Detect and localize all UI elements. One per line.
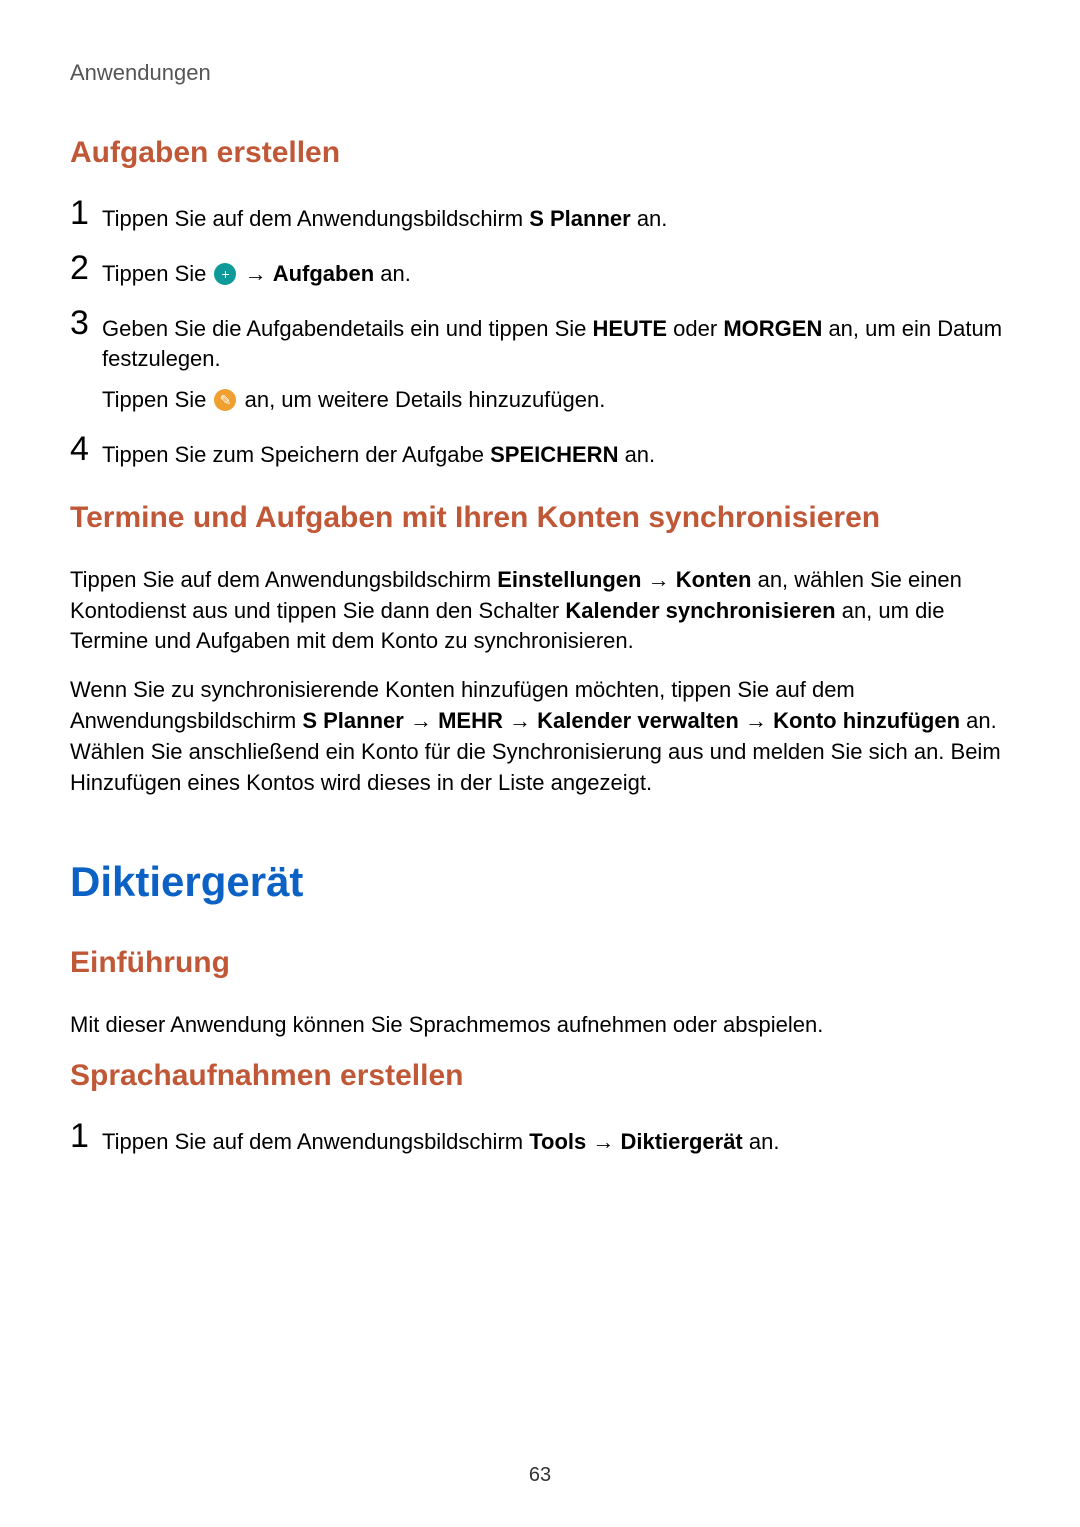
section-heading-einfuehrung: Einführung [70,946,1010,980]
step-subtext: Tippen Sie ✎ an, um weitere Details hinz… [102,385,1010,416]
text: → [238,261,272,286]
step-4: 4 Tippen Sie zum Speichern der Aufgabe S… [70,436,1010,471]
page-number: 63 [0,1464,1080,1487]
paragraph: Mit dieser Anwendung können Sie Sprachme… [70,1010,1010,1041]
step-text: Geben Sie die Aufgabendetails ein und ti… [102,310,1010,416]
step-number: 1 [70,1119,102,1153]
text: → [586,1129,620,1154]
bold-label: MEHR [438,708,503,733]
text: an, um weitere Details hinzuzufügen. [238,387,605,412]
step-text: Tippen Sie + → Aufgaben an. [102,255,411,290]
step-number: 2 [70,251,102,285]
text: Tippen Sie [102,387,212,412]
step-2: 2 Tippen Sie + → Aufgaben an. [70,255,1010,290]
step-1: 1 Tippen Sie auf dem Anwendungsbildschir… [70,1123,1010,1158]
section-heading-termine-sync: Termine und Aufgaben mit Ihren Konten sy… [70,501,1010,535]
step-3: 3 Geben Sie die Aufgabendetails ein und … [70,310,1010,416]
bold-label: Kalender verwalten [537,708,739,733]
section-heading-aufgaben-erstellen: Aufgaben erstellen [70,136,1010,170]
text: → [739,708,773,733]
bold-label: Einstellungen [497,567,641,592]
plus-icon: + [214,263,236,285]
bold-label: Kalender synchronisieren [565,598,835,623]
paragraph: Tippen Sie auf dem Anwendungsbildschirm … [70,565,1010,657]
bold-label: Konten [676,567,752,592]
bold-label: Tools [529,1129,586,1154]
text: Tippen Sie auf dem Anwendungsbildschirm [102,1129,529,1154]
step-number: 1 [70,196,102,230]
steps-list-aufgaben: 1 Tippen Sie auf dem Anwendungsbildschir… [70,200,1010,471]
bold-label: Aufgaben [273,261,374,286]
text: Tippen Sie [102,261,212,286]
step-number: 3 [70,306,102,340]
step-text: Tippen Sie auf dem Anwendungsbildschirm … [102,200,667,235]
text: an. [743,1129,780,1154]
step-text: Tippen Sie auf dem Anwendungsbildschirm … [102,1123,779,1158]
text: Tippen Sie auf dem Anwendungsbildschirm [102,206,529,231]
bold-label: MORGEN [723,316,822,341]
section-heading-sprachaufnahmen: Sprachaufnahmen erstellen [70,1059,1010,1093]
bold-label: S Planner [529,206,630,231]
step-text: Tippen Sie zum Speichern der Aufgabe SPE… [102,436,655,471]
chapter-heading-diktiergeraet: Diktiergerät [70,858,1010,906]
bold-label: S Planner [302,708,403,733]
text: an. [631,206,668,231]
text: an. [374,261,411,286]
bold-label: HEUTE [593,316,668,341]
text: oder [667,316,723,341]
expand-icon: ✎ [214,389,236,411]
step-number: 4 [70,432,102,466]
text: → [404,708,438,733]
text: → [503,708,537,733]
text: Tippen Sie zum Speichern der Aufgabe [102,442,490,467]
text: an. [618,442,655,467]
text: Geben Sie die Aufgabendetails ein und ti… [102,316,593,341]
bold-label: Diktiergerät [620,1129,742,1154]
text: → [641,567,675,592]
manual-page: Anwendungen Aufgaben erstellen 1 Tippen … [0,0,1080,1527]
breadcrumb: Anwendungen [70,60,1010,86]
text: Tippen Sie auf dem Anwendungsbildschirm [70,567,497,592]
bold-label: SPEICHERN [490,442,618,467]
bold-label: Konto hinzufügen [773,708,960,733]
paragraph: Wenn Sie zu synchronisierende Konten hin… [70,675,1010,798]
steps-list-sprachaufnahmen: 1 Tippen Sie auf dem Anwendungsbildschir… [70,1123,1010,1158]
step-1: 1 Tippen Sie auf dem Anwendungsbildschir… [70,200,1010,235]
